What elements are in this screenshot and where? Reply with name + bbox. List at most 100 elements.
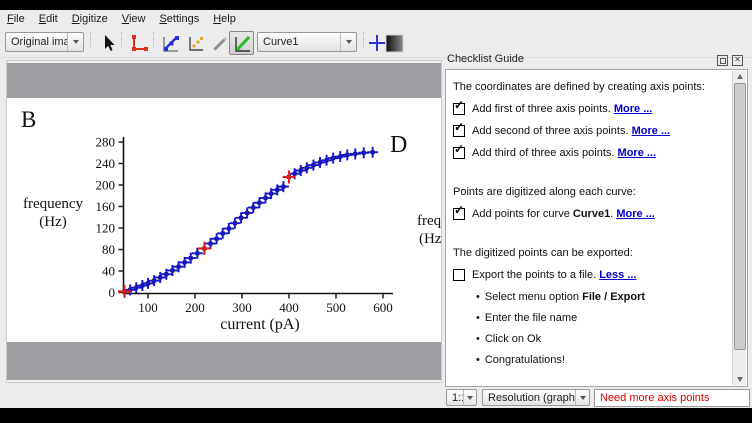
scrollbar-thumb[interactable]	[734, 83, 746, 350]
checklist-bullet: •Select menu option File / Export	[476, 291, 731, 304]
digitized-chart: 04080120160200240280100200300400500600BD…	[7, 61, 441, 382]
panel-label-b: B	[21, 107, 36, 132]
point-match-icon	[185, 33, 205, 53]
checklist-scrollbar[interactable]	[732, 71, 746, 385]
checklist-link[interactable]: More ...	[618, 147, 657, 159]
application-window: FileEditDigitizeViewSettingsHelp Origina…	[0, 10, 752, 408]
partial-right-y-axis-label: (Hz)	[419, 231, 441, 247]
checklist-item: ✓ Add first of three axis points. More ..…	[453, 103, 731, 116]
chevron-down-icon[interactable]	[575, 390, 589, 405]
checklist-bullet: • Enter the file name	[476, 312, 731, 325]
axis-point-tool-button[interactable]	[125, 31, 150, 55]
scroll-down-icon[interactable]	[733, 374, 746, 385]
chevron-down-icon[interactable]	[340, 33, 356, 51]
checklist-link[interactable]: More ...	[632, 125, 671, 137]
color-filter-indicator	[382, 31, 407, 55]
graph-canvas[interactable]: 04080120160200240280100200300400500600BD…	[6, 60, 442, 383]
checklist-text: Enter the file name	[485, 312, 577, 324]
chevron-down-icon[interactable]	[67, 33, 83, 51]
checklist-item: ✓ Add points for curve Curve1. More ...	[453, 208, 731, 221]
checklist-content: The coordinates are defined by creating …	[446, 70, 733, 386]
zoom-combo-value: 1:1	[447, 392, 463, 404]
select-tool-button[interactable]	[95, 31, 120, 55]
chevron-down-icon[interactable]	[463, 390, 476, 405]
checked-checkbox-icon[interactable]: ✓	[453, 147, 465, 159]
checklist-bullet: •Click on Ok	[476, 333, 731, 346]
menu-file[interactable]: File	[0, 11, 32, 27]
checked-checkbox-icon[interactable]: ✓	[453, 125, 465, 137]
unchecked-checkbox-icon[interactable]	[453, 269, 465, 281]
pencil-icon	[209, 33, 229, 53]
image-gray-band-top	[7, 63, 441, 98]
panel-label-d: D	[390, 132, 407, 158]
x-tick-label: 500	[326, 300, 346, 315]
background-selector-combo[interactable]: Original image	[5, 32, 84, 52]
zoom-combo[interactable]: 1:1	[446, 389, 477, 406]
checklist-guide-panel: Checklist Guide ✕ The coordinates are de…	[443, 53, 750, 387]
gradient-swatch-icon	[385, 34, 404, 53]
point-match-tool-button[interactable]	[182, 31, 207, 55]
y-axis-label: (Hz)	[39, 214, 66, 230]
curve-selector-combo[interactable]: Curve1	[257, 32, 357, 52]
menu-view[interactable]: View	[115, 11, 153, 27]
menu-bar: FileEditDigitizeViewSettingsHelp	[0, 10, 752, 28]
checklist-gap	[453, 230, 731, 242]
checklist-text: Add points for curve Curve1. More ...	[472, 208, 655, 221]
checked-checkbox-icon[interactable]: ✓	[453, 103, 465, 115]
bullet-icon: •	[476, 312, 480, 324]
curve-point-tool-button[interactable]	[157, 31, 182, 55]
checklist-gap	[453, 375, 731, 386]
checklist-gap	[453, 169, 731, 181]
y-tick-label: 160	[96, 199, 116, 214]
curve-point-icon	[160, 33, 180, 53]
x-tick-label: 600	[373, 300, 393, 315]
checklist-link[interactable]: More ...	[614, 103, 653, 115]
checklist-text: Points are digitized along each curve:	[453, 186, 636, 198]
float-panel-icon[interactable]	[717, 55, 728, 66]
x-axis-label: current (pA)	[220, 316, 300, 333]
checklist-text: Click on Ok	[485, 333, 541, 345]
segment-pencil-tool-button[interactable]	[206, 31, 231, 55]
checklist-item: Export the points to a file. Less ...	[453, 269, 731, 282]
y-tick-label: 200	[96, 178, 116, 193]
checklist-text: Add second of three axis points. More ..…	[472, 125, 670, 138]
x-tick-label: 200	[185, 300, 205, 315]
checked-checkbox-icon[interactable]: ✓	[453, 208, 465, 220]
menu-edit[interactable]: Edit	[32, 11, 65, 27]
checklist-item: ✓ Add third of three axis points. More ..…	[453, 147, 731, 160]
checklist-paragraph: The digitized points can be exported:	[453, 246, 731, 260]
menu-settings[interactable]: Settings	[152, 11, 206, 27]
image-gray-band-bottom	[7, 342, 441, 380]
checklist-item: ✓ Add second of three axis points. More .…	[453, 125, 731, 138]
y-tick-label: 120	[96, 221, 116, 236]
checklist-link[interactable]: Less ...	[599, 269, 636, 281]
checklist-text: The coordinates are defined by creating …	[453, 81, 705, 93]
close-panel-icon[interactable]: ✕	[732, 55, 743, 66]
menu-help[interactable]: Help	[206, 11, 243, 27]
checklist-text: The digitized points can be exported:	[453, 247, 633, 259]
y-axis-label: frequency	[23, 196, 83, 212]
segment-fill-tool-button[interactable]	[229, 31, 254, 55]
checklist-link[interactable]: More ...	[616, 208, 655, 220]
checklist-text: Congratulations!	[485, 354, 565, 366]
checklist-paragraph: The coordinates are defined by creating …	[453, 80, 731, 94]
menu-digitize[interactable]: Digitize	[65, 11, 115, 27]
x-tick-label: 400	[279, 300, 299, 315]
x-tick-label: 100	[138, 300, 158, 315]
cursor-arrow-icon	[98, 33, 118, 53]
checklist-text: Add third of three axis points. More ...	[472, 147, 656, 160]
checklist-guide-title: Checklist Guide	[447, 53, 524, 65]
axis-point-icon	[128, 33, 148, 53]
scroll-up-icon[interactable]	[733, 71, 746, 82]
curve-selector-value: Curve1	[258, 36, 340, 48]
bullet-icon: •	[476, 354, 480, 366]
segment-fill-icon	[232, 33, 252, 53]
checklist-paragraph: Points are digitized along each curve:	[453, 185, 731, 199]
checklist-text: Add first of three axis points. More ...	[472, 103, 652, 116]
background-selector-value: Original image	[6, 36, 67, 48]
status-message: Need more axis points	[594, 389, 750, 407]
resolution-combo[interactable]: Resolution (graph):	[482, 389, 590, 406]
y-tick-label: 240	[96, 156, 116, 171]
y-tick-label: 280	[96, 135, 116, 150]
resolution-combo-value: Resolution (graph):	[483, 392, 575, 404]
